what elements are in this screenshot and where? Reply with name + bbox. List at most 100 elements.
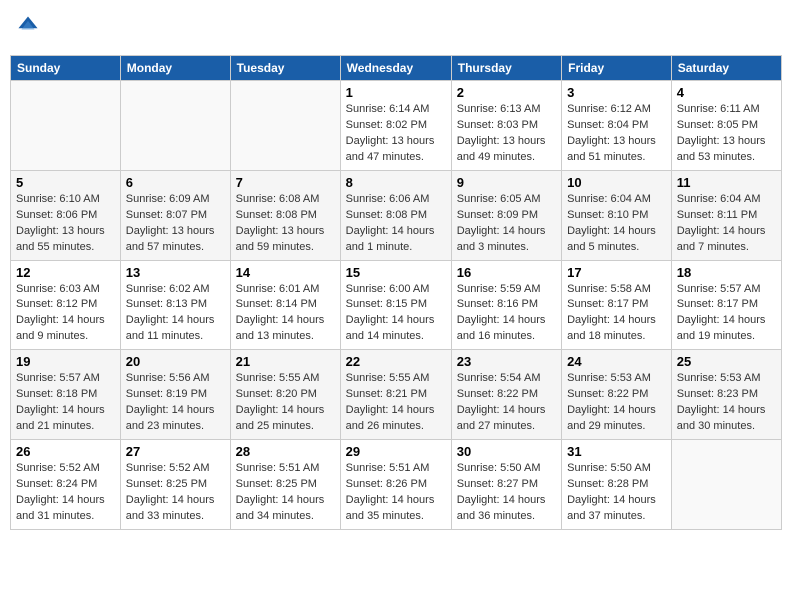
calendar-cell: 5 Sunrise: 6:10 AMSunset: 8:06 PMDaylight… xyxy=(11,170,121,260)
calendar-header-row: SundayMondayTuesdayWednesdayThursdayFrid… xyxy=(11,56,782,81)
calendar-week-row: 19Sunrise: 5:57 AMSunset: 8:18 PMDayligh… xyxy=(11,350,782,440)
calendar-week-row: 1 Sunrise: 6:14 AMSunset: 8:02 PMDaylight… xyxy=(11,81,782,171)
calendar-cell: 18 Sunrise: 5:57 AMSunset: 8:17 PMDayligh… xyxy=(671,260,781,350)
calendar-cell: 22Sunrise: 5:55 AMSunset: 8:21 PMDayligh… xyxy=(340,350,451,440)
day-number: 7 xyxy=(236,175,335,190)
calendar-cell xyxy=(11,81,121,171)
day-info: Sunrise: 6:03 AMSunset: 8:12 PMDaylight:… xyxy=(16,282,115,346)
calendar-cell xyxy=(230,81,340,171)
day-info: Sunrise: 6:04 AMSunset: 8:10 PMDaylight:… xyxy=(567,192,666,256)
calendar-week-row: 12 Sunrise: 6:03 AMSunset: 8:12 PMDayligh… xyxy=(11,260,782,350)
day-info: Sunrise: 6:13 AMSunset: 8:03 PMDaylight:… xyxy=(457,102,556,166)
day-info: Sunrise: 5:59 AMSunset: 8:16 PMDaylight:… xyxy=(457,282,556,346)
day-info: Sunrise: 5:55 AMSunset: 8:20 PMDaylight:… xyxy=(236,371,335,435)
calendar-week-row: 26 Sunrise: 5:52 AMSunset: 8:24 PMDayligh… xyxy=(11,440,782,530)
logo xyxy=(15,15,39,42)
calendar-cell: 25 Sunrise: 5:53 AMSunset: 8:23 PMDayligh… xyxy=(671,350,781,440)
day-number: 9 xyxy=(457,175,556,190)
calendar-cell: 7 Sunrise: 6:08 AMSunset: 8:08 PMDaylight… xyxy=(230,170,340,260)
day-info: Sunrise: 5:50 AMSunset: 8:27 PMDaylight:… xyxy=(457,461,556,525)
day-number: 2 xyxy=(457,85,556,100)
calendar-cell xyxy=(671,440,781,530)
day-number: 21 xyxy=(236,354,335,369)
day-number: 5 xyxy=(16,175,115,190)
calendar-cell: 3 Sunrise: 6:12 AMSunset: 8:04 PMDaylight… xyxy=(562,81,672,171)
day-info: Sunrise: 6:10 AMSunset: 8:06 PMDaylight:… xyxy=(16,192,115,256)
calendar-cell: 8Sunrise: 6:06 AMSunset: 8:08 PMDaylight… xyxy=(340,170,451,260)
calendar-cell: 31 Sunrise: 5:50 AMSunset: 8:28 PMDayligh… xyxy=(562,440,672,530)
calendar-cell: 29Sunrise: 5:51 AMSunset: 8:26 PMDayligh… xyxy=(340,440,451,530)
day-number: 12 xyxy=(16,265,115,280)
day-info: Sunrise: 6:01 AMSunset: 8:14 PMDaylight:… xyxy=(236,282,335,346)
day-info: Sunrise: 5:53 AMSunset: 8:23 PMDaylight:… xyxy=(677,371,776,435)
day-info: Sunrise: 6:02 AMSunset: 8:13 PMDaylight:… xyxy=(126,282,225,346)
weekday-header: Monday xyxy=(120,56,230,81)
day-number: 4 xyxy=(677,85,776,100)
weekday-header: Thursday xyxy=(451,56,561,81)
calendar-cell: 15 Sunrise: 6:00 AMSunset: 8:15 PMDayligh… xyxy=(340,260,451,350)
day-number: 11 xyxy=(677,175,776,190)
day-number: 25 xyxy=(677,354,776,369)
day-number: 16 xyxy=(457,265,556,280)
calendar-cell: 17 Sunrise: 5:58 AMSunset: 8:17 PMDayligh… xyxy=(562,260,672,350)
day-number: 1 xyxy=(346,85,446,100)
day-info: Sunrise: 5:55 AMSunset: 8:21 PMDaylight:… xyxy=(346,371,446,435)
day-number: 17 xyxy=(567,265,666,280)
day-number: 6 xyxy=(126,175,225,190)
calendar-cell: 13 Sunrise: 6:02 AMSunset: 8:13 PMDayligh… xyxy=(120,260,230,350)
weekday-header: Wednesday xyxy=(340,56,451,81)
day-info: Sunrise: 5:52 AMSunset: 8:25 PMDaylight:… xyxy=(126,461,225,525)
day-number: 26 xyxy=(16,444,115,459)
day-info: Sunrise: 6:09 AMSunset: 8:07 PMDaylight:… xyxy=(126,192,225,256)
weekday-header: Saturday xyxy=(671,56,781,81)
day-number: 14 xyxy=(236,265,335,280)
day-number: 13 xyxy=(126,265,225,280)
day-info: Sunrise: 5:51 AMSunset: 8:26 PMDaylight:… xyxy=(346,461,446,525)
day-number: 19 xyxy=(16,354,115,369)
calendar-table: SundayMondayTuesdayWednesdayThursdayFrid… xyxy=(10,55,782,530)
calendar-cell: 28 Sunrise: 5:51 AMSunset: 8:25 PMDayligh… xyxy=(230,440,340,530)
day-number: 3 xyxy=(567,85,666,100)
day-info: Sunrise: 5:51 AMSunset: 8:25 PMDaylight:… xyxy=(236,461,335,525)
calendar-cell: 9 Sunrise: 6:05 AMSunset: 8:09 PMDaylight… xyxy=(451,170,561,260)
calendar-cell: 23 Sunrise: 5:54 AMSunset: 8:22 PMDayligh… xyxy=(451,350,561,440)
calendar-cell: 30 Sunrise: 5:50 AMSunset: 8:27 PMDayligh… xyxy=(451,440,561,530)
calendar-cell: 12 Sunrise: 6:03 AMSunset: 8:12 PMDayligh… xyxy=(11,260,121,350)
day-info: Sunrise: 5:52 AMSunset: 8:24 PMDaylight:… xyxy=(16,461,115,525)
calendar-cell: 2 Sunrise: 6:13 AMSunset: 8:03 PMDaylight… xyxy=(451,81,561,171)
day-number: 23 xyxy=(457,354,556,369)
calendar-cell: 21 Sunrise: 5:55 AMSunset: 8:20 PMDayligh… xyxy=(230,350,340,440)
day-info: Sunrise: 5:57 AMSunset: 8:17 PMDaylight:… xyxy=(677,282,776,346)
day-info: Sunrise: 6:06 AMSunset: 8:08 PMDaylight:… xyxy=(346,192,446,256)
day-info: Sunrise: 5:50 AMSunset: 8:28 PMDaylight:… xyxy=(567,461,666,525)
calendar-week-row: 5 Sunrise: 6:10 AMSunset: 8:06 PMDaylight… xyxy=(11,170,782,260)
calendar-cell: 19Sunrise: 5:57 AMSunset: 8:18 PMDayligh… xyxy=(11,350,121,440)
day-info: Sunrise: 6:08 AMSunset: 8:08 PMDaylight:… xyxy=(236,192,335,256)
calendar-cell: 1 Sunrise: 6:14 AMSunset: 8:02 PMDaylight… xyxy=(340,81,451,171)
calendar-cell: 16 Sunrise: 5:59 AMSunset: 8:16 PMDayligh… xyxy=(451,260,561,350)
day-number: 31 xyxy=(567,444,666,459)
day-info: Sunrise: 6:00 AMSunset: 8:15 PMDaylight:… xyxy=(346,282,446,346)
day-number: 28 xyxy=(236,444,335,459)
day-info: Sunrise: 6:04 AMSunset: 8:11 PMDaylight:… xyxy=(677,192,776,256)
day-info: Sunrise: 5:56 AMSunset: 8:19 PMDaylight:… xyxy=(126,371,225,435)
logo-icon xyxy=(17,15,39,37)
calendar-cell: 14 Sunrise: 6:01 AMSunset: 8:14 PMDayligh… xyxy=(230,260,340,350)
day-info: Sunrise: 6:11 AMSunset: 8:05 PMDaylight:… xyxy=(677,102,776,166)
calendar-cell: 27 Sunrise: 5:52 AMSunset: 8:25 PMDayligh… xyxy=(120,440,230,530)
day-info: Sunrise: 6:14 AMSunset: 8:02 PMDaylight:… xyxy=(346,102,446,166)
day-info: Sunrise: 5:58 AMSunset: 8:17 PMDaylight:… xyxy=(567,282,666,346)
day-number: 27 xyxy=(126,444,225,459)
day-number: 30 xyxy=(457,444,556,459)
day-info: Sunrise: 6:12 AMSunset: 8:04 PMDaylight:… xyxy=(567,102,666,166)
day-info: Sunrise: 6:05 AMSunset: 8:09 PMDaylight:… xyxy=(457,192,556,256)
calendar-cell: 20Sunrise: 5:56 AMSunset: 8:19 PMDayligh… xyxy=(120,350,230,440)
weekday-header: Friday xyxy=(562,56,672,81)
day-info: Sunrise: 5:54 AMSunset: 8:22 PMDaylight:… xyxy=(457,371,556,435)
day-number: 18 xyxy=(677,265,776,280)
day-number: 15 xyxy=(346,265,446,280)
calendar-cell: 26 Sunrise: 5:52 AMSunset: 8:24 PMDayligh… xyxy=(11,440,121,530)
calendar-cell xyxy=(120,81,230,171)
calendar-cell: 24Sunrise: 5:53 AMSunset: 8:22 PMDayligh… xyxy=(562,350,672,440)
calendar-cell: 6 Sunrise: 6:09 AMSunset: 8:07 PMDaylight… xyxy=(120,170,230,260)
